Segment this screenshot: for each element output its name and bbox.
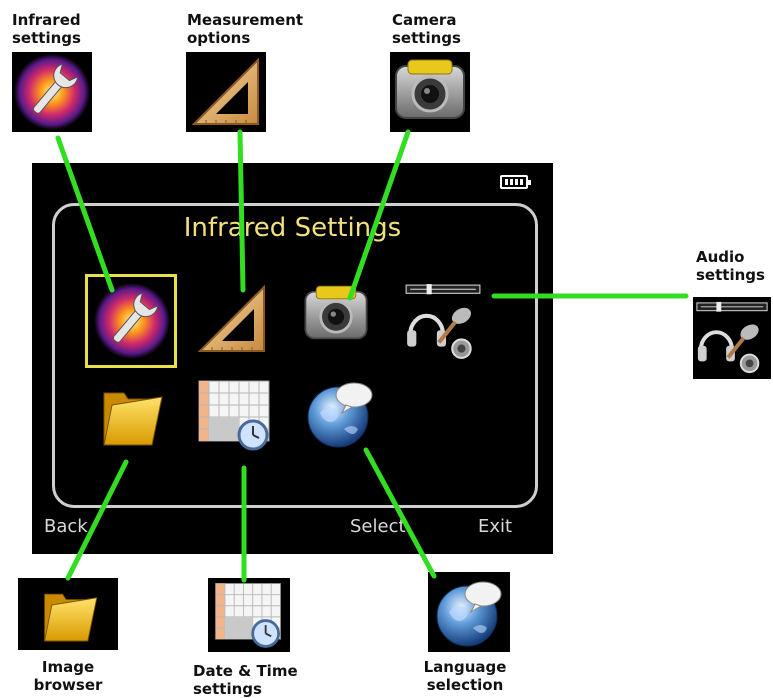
connector-camera [347, 129, 411, 301]
connector-image-browser [65, 459, 129, 581]
connector-infrared [55, 135, 115, 293]
connector-lines [55, 129, 689, 583]
connector-measurement [237, 129, 246, 293]
connector-language [363, 447, 437, 579]
